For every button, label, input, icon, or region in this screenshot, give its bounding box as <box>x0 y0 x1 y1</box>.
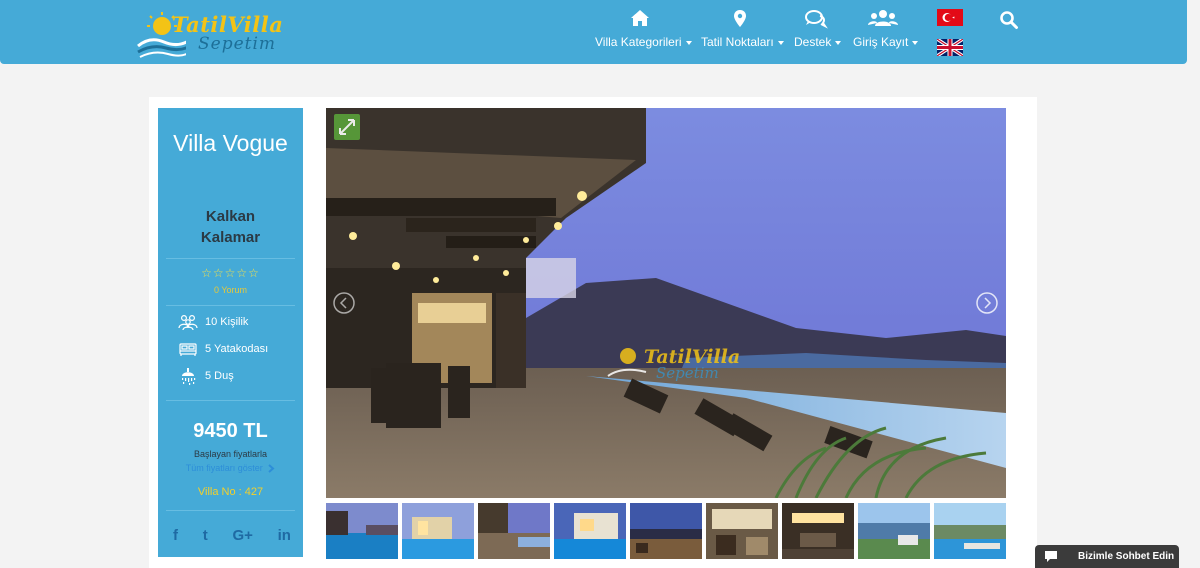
thumbnail-strip <box>326 503 1006 559</box>
chevron-down-icon <box>835 40 842 45</box>
chevron-down-icon <box>685 40 692 45</box>
nav-login-register[interactable]: Giriş Kayıt <box>853 8 919 49</box>
rating-stars[interactable]: ☆☆☆☆☆ <box>158 266 303 280</box>
thumbnail[interactable] <box>858 503 930 559</box>
top-navbar: TatilVilla Sepetim Villa Kategorileri Ta… <box>0 0 1187 64</box>
villa-exterior-photo: TatilVilla Sepetim <box>326 108 1006 498</box>
shower-icon <box>182 367 196 385</box>
location-region: Kalkan <box>205 208 256 225</box>
divider <box>166 305 295 306</box>
divider <box>166 510 295 511</box>
chevron-down-icon <box>912 40 919 45</box>
villa-info-sidebar: Villa Vogue Kalkan Kalamar ☆☆☆☆☆ 0 Yorum… <box>158 108 303 557</box>
twitter-icon[interactable]: t <box>203 527 208 544</box>
feature-showers: 5 Duş <box>178 367 234 385</box>
fullscreen-button[interactable] <box>334 114 360 140</box>
people-icon <box>178 314 198 330</box>
nav-holiday-destinations[interactable]: Tatil Noktaları <box>701 8 784 49</box>
divider <box>166 400 295 401</box>
nav-label: Destek <box>794 35 832 49</box>
thumbnail[interactable] <box>326 503 398 559</box>
watermark-text-sub: Sepetim <box>656 364 719 382</box>
prev-arrow-button[interactable] <box>332 291 356 315</box>
thumbnail[interactable] <box>706 503 778 559</box>
villa-title: Villa Vogue <box>173 130 288 156</box>
expand-icon <box>339 119 355 135</box>
review-count[interactable]: 0 Yorum <box>158 285 303 295</box>
chat-bubble-icon <box>1045 551 1057 562</box>
uk-flag-icon[interactable] <box>937 39 963 56</box>
nav-villa-categories[interactable]: Villa Kategorileri <box>595 8 692 49</box>
next-arrow-button[interactable] <box>975 291 999 315</box>
feature-label: 5 Yatakodası <box>205 343 269 355</box>
nav-label: Giriş Kayıt <box>853 35 909 49</box>
thumbnail[interactable] <box>402 503 474 559</box>
nav-support[interactable]: Destek <box>794 8 842 49</box>
feature-label: 10 Kişilik <box>205 316 249 328</box>
google-plus-icon[interactable]: G+ <box>232 527 252 544</box>
search-icon[interactable] <box>999 10 1019 30</box>
chat-label: Bizimle Sohbet Edin <box>1078 551 1175 562</box>
thumbnail[interactable] <box>934 503 1006 559</box>
feature-bedrooms: 5 Yatakodası <box>178 340 268 358</box>
chevron-down-icon <box>777 40 784 45</box>
feature-capacity: 10 Kişilik <box>178 313 248 331</box>
linkedin-icon[interactable]: in <box>278 527 291 544</box>
villa-number: Villa No : 427 <box>197 486 264 498</box>
logo-text-sub: Sepetim <box>198 34 277 54</box>
facebook-icon[interactable]: f <box>173 527 178 544</box>
thumbnail[interactable] <box>478 503 550 559</box>
feature-label: 5 Duş <box>205 370 234 382</box>
link-label: Tüm fiyatları göster <box>185 463 263 473</box>
live-chat-button[interactable]: Bizimle Sohbet Edin <box>1035 545 1179 568</box>
site-logo[interactable]: TatilVilla Sepetim <box>136 10 296 60</box>
chevron-right-icon <box>268 464 275 473</box>
divider <box>166 258 295 259</box>
thumbnail[interactable] <box>554 503 626 559</box>
turkish-flag-icon[interactable] <box>937 9 963 26</box>
all-prices-link[interactable]: Tüm fiyatları göster <box>158 463 303 473</box>
thumbnail[interactable] <box>782 503 854 559</box>
villa-location: Kalkan Kalamar <box>158 206 303 248</box>
location-area: Kalamar <box>200 229 261 246</box>
price-note: Başlayan fiyatlarla <box>193 449 268 459</box>
users-icon <box>868 10 898 26</box>
chat-bubbles-icon <box>805 10 828 29</box>
thumbnail[interactable] <box>630 503 702 559</box>
social-share: f t G+ in <box>173 527 291 544</box>
main-gallery-photo[interactable]: TatilVilla Sepetim <box>326 108 1006 498</box>
villa-price: 9450 TL <box>193 420 268 442</box>
nav-label: Tatil Noktaları <box>701 35 774 49</box>
map-marker-icon <box>734 10 746 27</box>
bed-icon <box>179 342 197 356</box>
home-icon <box>631 10 649 26</box>
nav-label: Villa Kategorileri <box>595 35 682 49</box>
